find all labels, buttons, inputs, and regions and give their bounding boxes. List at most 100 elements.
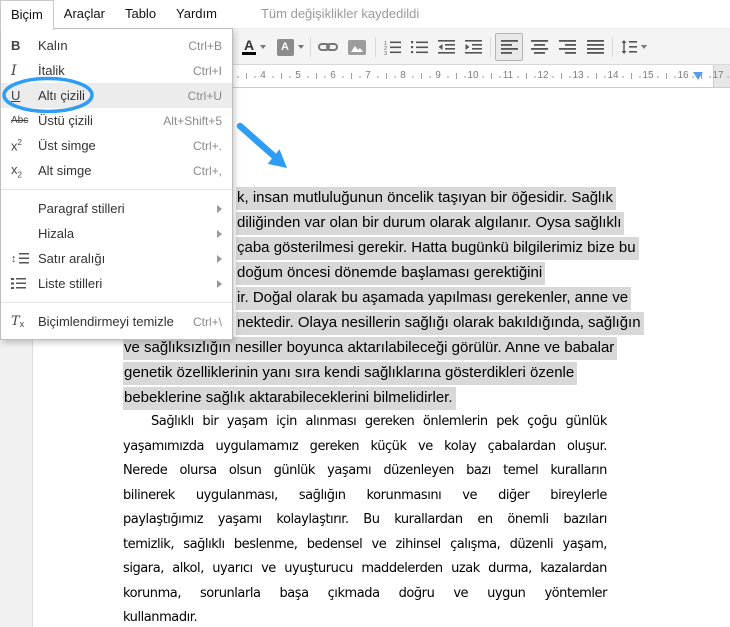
menubar-item-ara-lar[interactable]: Araçlar <box>54 0 115 28</box>
menubar-item-yard-m[interactable]: Yardım <box>166 0 227 28</box>
ruler-number: 11 <box>503 70 513 81</box>
ruler-tick <box>307 76 309 78</box>
ruler-tick <box>622 76 624 78</box>
ruler-tick <box>281 73 282 79</box>
format-menu-item-st-simge[interactable]: x2Üst simgeCtrl+. <box>1 133 232 158</box>
ruler-number: 12 <box>537 70 548 81</box>
menubar-item-bi-im[interactable]: Biçim <box>0 0 54 30</box>
text-line: Sağlıklıbiryaşamiçinalınmasıgerekenönlem… <box>123 410 607 435</box>
numbered-list-button[interactable]: 123 <box>379 33 405 61</box>
increase-indent-button[interactable] <box>460 33 486 61</box>
menu-shortcut: Ctrl+. <box>193 139 222 153</box>
menu-item-label: Altı çizili <box>38 88 188 103</box>
decrease-indent-button[interactable] <box>433 33 459 61</box>
ruler-tick <box>237 76 239 78</box>
ruler-number: 7 <box>365 70 371 81</box>
ruler-number: 8 <box>400 70 406 81</box>
format-menu-item-paragraf-stilleri[interactable]: Paragraf stilleri <box>1 196 232 221</box>
ruler-tick <box>386 73 387 79</box>
caret-icon <box>641 45 647 49</box>
italic-icon: I <box>11 63 38 79</box>
menu-item-label: Hizala <box>38 226 217 241</box>
menu-item-label: Biçimlendirmeyi temizle <box>38 314 193 329</box>
format-menu-item-sat-r-aral[interactable]: ↕Satır aralığı <box>1 246 232 271</box>
ruler-tick <box>561 73 562 79</box>
format-menu-item-bi-imlendirmeyi-temizle[interactable]: TxBiçimlendirmeyi temizleCtrl+\ <box>1 309 232 334</box>
superscript-icon: x2 <box>11 138 38 153</box>
menu-shortcut: Ctrl+U <box>188 89 222 103</box>
align-center-icon <box>531 40 548 54</box>
text-line: diliğinden var olan bir durum olarak alg… <box>236 211 624 236</box>
ruler-tick <box>377 76 379 78</box>
selected-text: k, insan mutluluğunun öncelik taşıyan bi… <box>236 187 616 210</box>
text-line: temizlik,sağlıklıbeslenme,bedenselvezihi… <box>123 533 607 558</box>
ruler-number: 14 <box>607 70 618 81</box>
text-line: paylaştığımızyaşamıkolaylaştırır.Bukural… <box>123 508 607 533</box>
decrease-indent-icon <box>438 40 455 54</box>
toolbar-separator <box>490 37 491 57</box>
ruler-tick <box>604 76 606 78</box>
insert-link-button[interactable] <box>314 33 342 61</box>
align-right-icon <box>559 40 576 54</box>
format-menu-item-alt-izili[interactable]: UAltı çiziliCtrl+U <box>1 83 232 108</box>
svg-text:3: 3 <box>384 51 387 55</box>
text-line: yaşamımızdauygulamamızgerekenküçükvekola… <box>123 435 607 460</box>
ruler-tick <box>596 73 597 79</box>
submenu-arrow-icon <box>217 280 222 288</box>
ruler-tick <box>569 76 571 78</box>
ruler-tick <box>499 76 501 78</box>
menu-item-label: Kalın <box>38 38 188 53</box>
text-color-button[interactable]: A <box>236 33 272 61</box>
selected-text: çaba gösterilmesi gerekir. Hatta bugünkü… <box>236 237 639 260</box>
ruler-tick <box>342 76 344 78</box>
submenu-arrow-icon <box>217 205 222 213</box>
menu-item-label: Üst simge <box>38 138 193 153</box>
list-styles-icon <box>11 278 38 290</box>
ruler-tick <box>482 76 484 78</box>
ruler-tick <box>464 76 466 78</box>
format-menu-item-alt-simge[interactable]: x2Alt simgeCtrl+, <box>1 158 232 183</box>
menu-shortcut: Ctrl+, <box>193 164 222 178</box>
submenu-arrow-icon <box>217 255 222 263</box>
text-line: ir. Doğal olarak bu aşamada yapılması ge… <box>236 286 631 311</box>
menubar-item-tablo[interactable]: Tablo <box>115 0 166 28</box>
align-left-icon <box>501 40 518 54</box>
menu-shortcut: Ctrl+I <box>193 64 222 78</box>
text-line: k, insan mutluluğunun öncelik taşıyan bi… <box>236 186 616 211</box>
justify-icon <box>587 40 604 54</box>
format-menu-item-i-talik[interactable]: IİtalikCtrl+I <box>1 58 232 83</box>
align-center-button[interactable] <box>525 33 553 61</box>
menu-item-label: Paragraf stilleri <box>38 201 217 216</box>
insert-image-button[interactable] <box>343 33 371 61</box>
format-menu-item-kal-n[interactable]: BKalınCtrl+B <box>1 33 232 58</box>
text-line: çaba gösterilmesi gerekir. Hatta bugünkü… <box>236 236 639 261</box>
format-menu-item-st-izili[interactable]: AbcÜstü çiziliAlt+Shift+5 <box>1 108 232 133</box>
menu-shortcut: Ctrl+\ <box>193 315 222 329</box>
right-indent-marker[interactable] <box>693 72 703 80</box>
format-menu-item-hizala[interactable]: Hizala <box>1 221 232 246</box>
selected-text: ir. Doğal olarak bu aşamada yapılması ge… <box>236 287 631 310</box>
ruler-number: 6 <box>330 70 336 81</box>
line-spacing-button[interactable] <box>616 33 652 61</box>
clear-formatting-icon: Tx <box>11 314 38 329</box>
ruler-tick <box>587 76 589 78</box>
ruler-tick <box>657 76 659 78</box>
numbered-list-icon: 123 <box>384 40 401 55</box>
ruler-tick <box>394 76 396 78</box>
ruler-tick <box>639 76 641 78</box>
format-menu: BKalınCtrl+BIİtalikCtrl+IUAltı çiziliCtr… <box>0 28 233 340</box>
highlight-color-button[interactable]: A <box>272 33 308 61</box>
align-right-button[interactable] <box>553 33 581 61</box>
line-spacing-icon: ↕ <box>11 253 38 265</box>
highlight-color-icon: A <box>277 39 294 56</box>
bold-icon: B <box>11 38 38 53</box>
justify-button[interactable] <box>581 33 609 61</box>
bulleted-list-button[interactable] <box>406 33 432 61</box>
align-left-button[interactable] <box>495 33 523 61</box>
ruler-tick <box>289 76 291 78</box>
format-menu-item-liste-stilleri[interactable]: Liste stilleri <box>1 271 232 296</box>
text-line: Neredeolursaolsungünlükyaşamıdüzenleyenb… <box>123 459 607 484</box>
toolbar-separator <box>612 37 613 57</box>
ruler-tick <box>709 76 711 78</box>
text-line: bebeklerine sağlık aktarabileceklerini b… <box>123 386 456 411</box>
